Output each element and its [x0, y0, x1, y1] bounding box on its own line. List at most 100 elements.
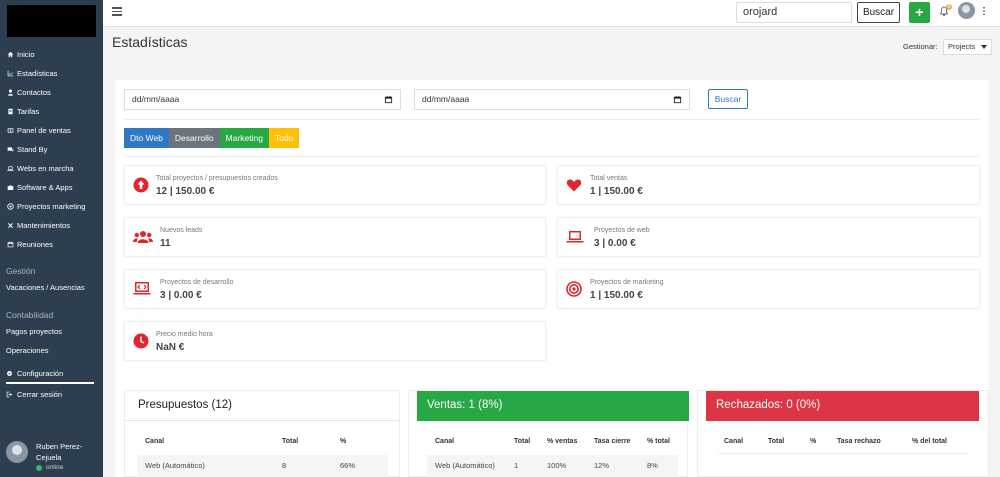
- sidebar-item-proyectos-marketing[interactable]: Proyectos marketing: [0, 197, 103, 216]
- notification-badge: 0: [946, 4, 952, 10]
- chat-icon: [6, 146, 14, 154]
- date-from-input[interactable]: dd/mm/aaaa: [124, 89, 401, 110]
- table-header: % total: [647, 438, 670, 445]
- stat-value: 1 | 150.00 €: [590, 186, 643, 197]
- table-header: Total: [768, 438, 785, 445]
- stat-card-precio-medio: Precio medio hora NaN €: [124, 321, 546, 361]
- status-dot-icon: [36, 464, 42, 471]
- sidebar-item-pagos-proyectos[interactable]: Pagos proyectos: [6, 327, 62, 336]
- sidebar-item-software-apps[interactable]: Software & Apps: [0, 178, 103, 197]
- user-status-label: online: [46, 464, 64, 471]
- sidebar-item-stand-by[interactable]: Stand By: [0, 140, 103, 159]
- calendar-icon: [6, 241, 14, 249]
- chart-icon: [6, 70, 14, 78]
- search-input[interactable]: orojard: [736, 2, 852, 23]
- add-button[interactable]: +: [909, 2, 930, 23]
- filter-search-button[interactable]: Buscar: [708, 89, 748, 109]
- sidebar-item-inicio[interactable]: Inicio: [0, 45, 103, 64]
- tab-dto-web[interactable]: Dto Web: [124, 128, 169, 148]
- table-cell: Web (Automático): [435, 461, 495, 470]
- rechazados-section: Rechazados: 0 (0%): [697, 390, 989, 477]
- sidebar-item-cerrar-sesion[interactable]: Cerrar sesión: [6, 390, 62, 399]
- section-gestion: Gestión: [6, 266, 36, 276]
- search-button[interactable]: Buscar: [857, 2, 900, 23]
- chevron-down-icon: [981, 45, 987, 49]
- sidebar-item-reuniones[interactable]: Reuniones: [0, 235, 103, 254]
- table-cell: 8%: [647, 461, 658, 470]
- topbar: orojard Buscar + 0: [103, 0, 1000, 27]
- stat-value: 3 | 0.00 €: [160, 290, 202, 301]
- home-icon: [6, 51, 14, 59]
- table-header: Total: [514, 438, 531, 445]
- stat-label: Total ventas: [590, 175, 628, 182]
- stat-value: NaN €: [156, 342, 185, 353]
- sidebar-item-mantenimientos[interactable]: Mantenimientos: [0, 216, 103, 235]
- tab-marketing[interactable]: Marketing: [219, 128, 269, 148]
- tab-todo[interactable]: Todo: [269, 128, 300, 148]
- sidebar-item-label: Webs en marcha: [17, 164, 74, 173]
- table-header: Canal: [435, 438, 455, 445]
- presupuestos-title: Presupuestos (12): [125, 391, 399, 421]
- table-header: %: [810, 438, 817, 445]
- date-to-input[interactable]: dd/mm/aaaa: [414, 89, 690, 110]
- stat-card-total-ventas: Total ventas 1 | 150.00 €: [557, 165, 980, 205]
- sidebar-item-configuracion[interactable]: Configuración: [6, 369, 63, 378]
- logo[interactable]: [7, 5, 96, 37]
- hamburger-menu-icon[interactable]: [112, 7, 122, 17]
- heart-icon: [566, 179, 582, 192]
- tab-desarrollo[interactable]: Desarrollo: [168, 128, 220, 148]
- table-cell: 66%: [340, 461, 356, 470]
- sidebar-item-webs-en-marcha[interactable]: Webs en marcha: [0, 159, 103, 178]
- table-cell: 12%: [594, 461, 610, 470]
- sidebar-item-label: Mantenimientos: [17, 221, 70, 230]
- avatar: [6, 441, 28, 463]
- stat-card-nuevos-leads: Nuevos leads 11: [124, 217, 546, 257]
- projects-select-value: Projects: [948, 42, 976, 51]
- sidebar-item-estadisticas[interactable]: Estadísticas: [0, 64, 103, 83]
- clock-icon: [133, 333, 149, 349]
- stat-card-total-proyectos: Total proyectos / presupuestos creados 1…: [124, 165, 546, 205]
- sidebar-item-contactos[interactable]: Contactos: [0, 83, 103, 102]
- calendar-icon[interactable]: [673, 95, 682, 104]
- gestionar-label: Gestionar:: [903, 42, 938, 51]
- more-options-icon[interactable]: [982, 6, 986, 16]
- rechazados-title: Rechazados: 0 (0%): [706, 391, 979, 421]
- tools-icon: [6, 222, 14, 230]
- sidebar-item-label: Inicio: [17, 50, 35, 59]
- stat-label: Proyectos de marketing: [590, 279, 664, 286]
- upload-icon: [133, 177, 149, 193]
- sidebar-item-label: Contactos: [17, 88, 51, 97]
- table-header: Total: [282, 438, 299, 445]
- document-icon: [6, 108, 14, 116]
- sidebar-item-vacaciones[interactable]: Vacaciones / Ausencias: [6, 283, 85, 292]
- stat-value: 12 | 150.00 €: [156, 186, 215, 197]
- ventas-title: Ventas: 1 (8%): [417, 391, 689, 421]
- table-header: Canal: [724, 438, 744, 445]
- date-from-placeholder: dd/mm/aaaa: [132, 94, 180, 104]
- laptop-icon: [566, 231, 584, 243]
- sidebar-item-operaciones[interactable]: Operaciones: [6, 346, 49, 355]
- category-tabs: Dto Web Desarrollo Marketing Todo: [124, 128, 300, 148]
- user-name-line1: Ruben Perez-: [36, 442, 83, 451]
- sidebar-item-panel-ventas[interactable]: Panel de ventas: [0, 121, 103, 140]
- sidebar-item-label: Proyectos marketing: [17, 202, 86, 211]
- user-avatar[interactable]: [958, 2, 975, 19]
- table-cell: 100%: [547, 461, 567, 470]
- stat-label: Nuevos leads: [160, 227, 203, 234]
- table-header: Tasa rechazo: [837, 438, 881, 445]
- user-status: online: [36, 464, 82, 471]
- projects-select[interactable]: Projects: [943, 39, 992, 55]
- calendar-icon[interactable]: [384, 95, 393, 104]
- table-header: Canal: [145, 438, 165, 445]
- user-profile[interactable]: Ruben Perez- Cejuela online: [6, 441, 82, 471]
- stat-label: Total proyectos / presupuestos creados: [156, 175, 278, 182]
- divider: [124, 119, 980, 120]
- table-cell: Web (Automático): [145, 461, 205, 470]
- users-icon: [133, 231, 153, 243]
- sidebar-item-tarifas[interactable]: Tarifas: [0, 102, 103, 121]
- table-header: % del total: [912, 438, 948, 445]
- table-cell: 8: [282, 461, 287, 470]
- date-to-placeholder: dd/mm/aaaa: [422, 94, 470, 104]
- divider: [124, 156, 980, 157]
- target-icon: [6, 203, 14, 211]
